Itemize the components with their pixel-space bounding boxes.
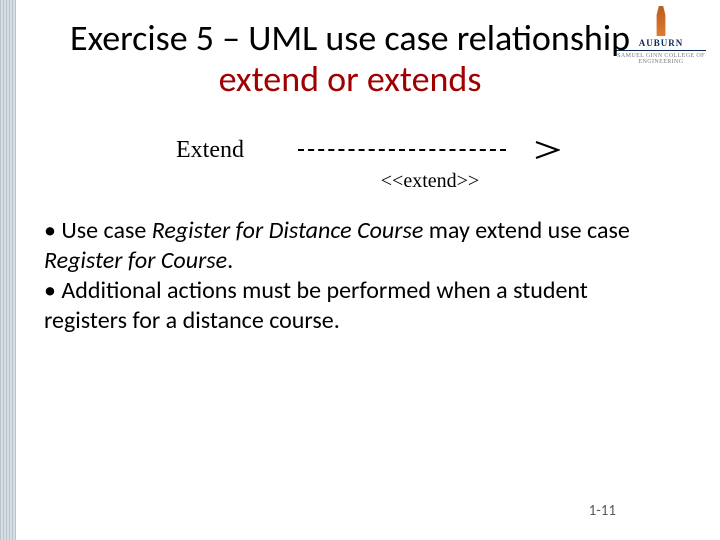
dashed-line <box>298 149 506 151</box>
bullet-1: • Use case Register for Distance Course … <box>44 216 664 276</box>
b1-it2: Register for Course <box>44 246 227 275</box>
side-band <box>0 0 16 540</box>
page-number: 1-11 <box>589 502 616 520</box>
tower-icon <box>650 6 672 36</box>
open-arrowhead-icon <box>534 140 560 160</box>
extend-stereotype: <<extend>> <box>300 170 560 193</box>
title-part2: extend or extends <box>219 57 482 101</box>
notation-row: Extend <box>150 130 560 170</box>
title-part1: Exercise 5 – UML use case relationship <box>70 16 630 60</box>
bullet-2: • Additional actions must be performed w… <box>44 276 664 336</box>
uml-notation: Extend <<extend>> <box>150 130 560 193</box>
slide-title: Exercise 5 – UML use case relationship e… <box>70 18 630 101</box>
body-text: • Use case Register for Distance Course … <box>44 216 664 336</box>
b1-end: . <box>227 246 233 275</box>
notation-label: Extend <box>150 137 270 164</box>
b1-it1: Register for Distance Course <box>152 216 424 245</box>
b1-pre: • Use case <box>44 216 152 245</box>
b1-mid: may extend use case <box>423 216 629 245</box>
